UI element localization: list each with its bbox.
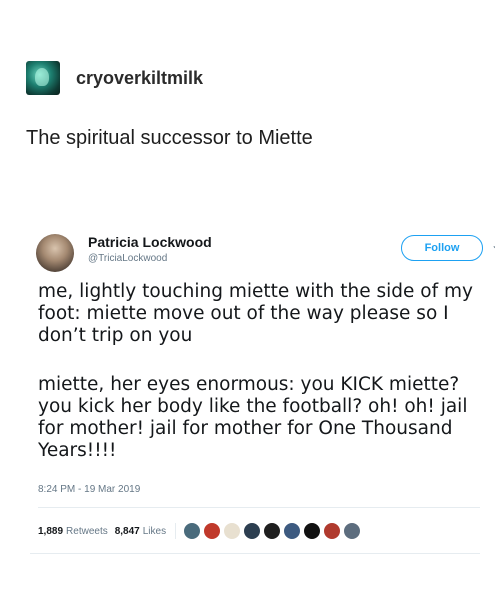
liker-avatar[interactable] (223, 522, 242, 540)
retweets-label[interactable]: Retweets (66, 526, 108, 537)
post-title: The spiritual successor to Miette (26, 127, 313, 149)
liker-avatar[interactable] (203, 522, 222, 540)
liker-avatar[interactable] (183, 522, 202, 540)
liker-avatar[interactable] (323, 522, 342, 540)
divider (38, 507, 480, 508)
follow-button[interactable]: Follow (401, 235, 483, 261)
tweet-text-paragraph-2: miette, her eyes enormous: you KICK miet… (38, 374, 468, 461)
tweet-author-handle[interactable]: @TriciaLockwood (88, 253, 167, 264)
tweet-stats: 1,889 Retweets 8,847 Likes (38, 522, 363, 540)
likes-count[interactable]: 8,847 (115, 526, 140, 537)
liker-avatar[interactable] (283, 522, 302, 540)
post-header: cryoverkiltmilk (26, 61, 203, 95)
liker-avatars (183, 522, 363, 540)
tweet-author-avatar[interactable] (36, 234, 74, 272)
blog-avatar[interactable] (26, 61, 60, 95)
blog-name[interactable]: cryoverkiltmilk (76, 68, 203, 89)
divider (175, 523, 177, 539)
tweet-author-name[interactable]: Patricia Lockwood (88, 234, 212, 250)
likes-label[interactable]: Likes (143, 526, 166, 537)
retweets-count[interactable]: 1,889 (38, 526, 63, 537)
liker-avatar[interactable] (303, 522, 322, 540)
chevron-down-icon[interactable]: ⌄ (491, 238, 495, 252)
tweet-text-paragraph-1: me, lightly touching miette with the sid… (38, 281, 473, 346)
embedded-tweet: Patricia Lockwood @TriciaLockwood Follow… (30, 217, 495, 554)
liker-avatar[interactable] (343, 522, 362, 540)
tweet-timestamp[interactable]: 8:24 PM - 19 Mar 2019 (38, 484, 140, 495)
liker-avatar[interactable] (263, 522, 282, 540)
liker-avatar[interactable] (243, 522, 262, 540)
